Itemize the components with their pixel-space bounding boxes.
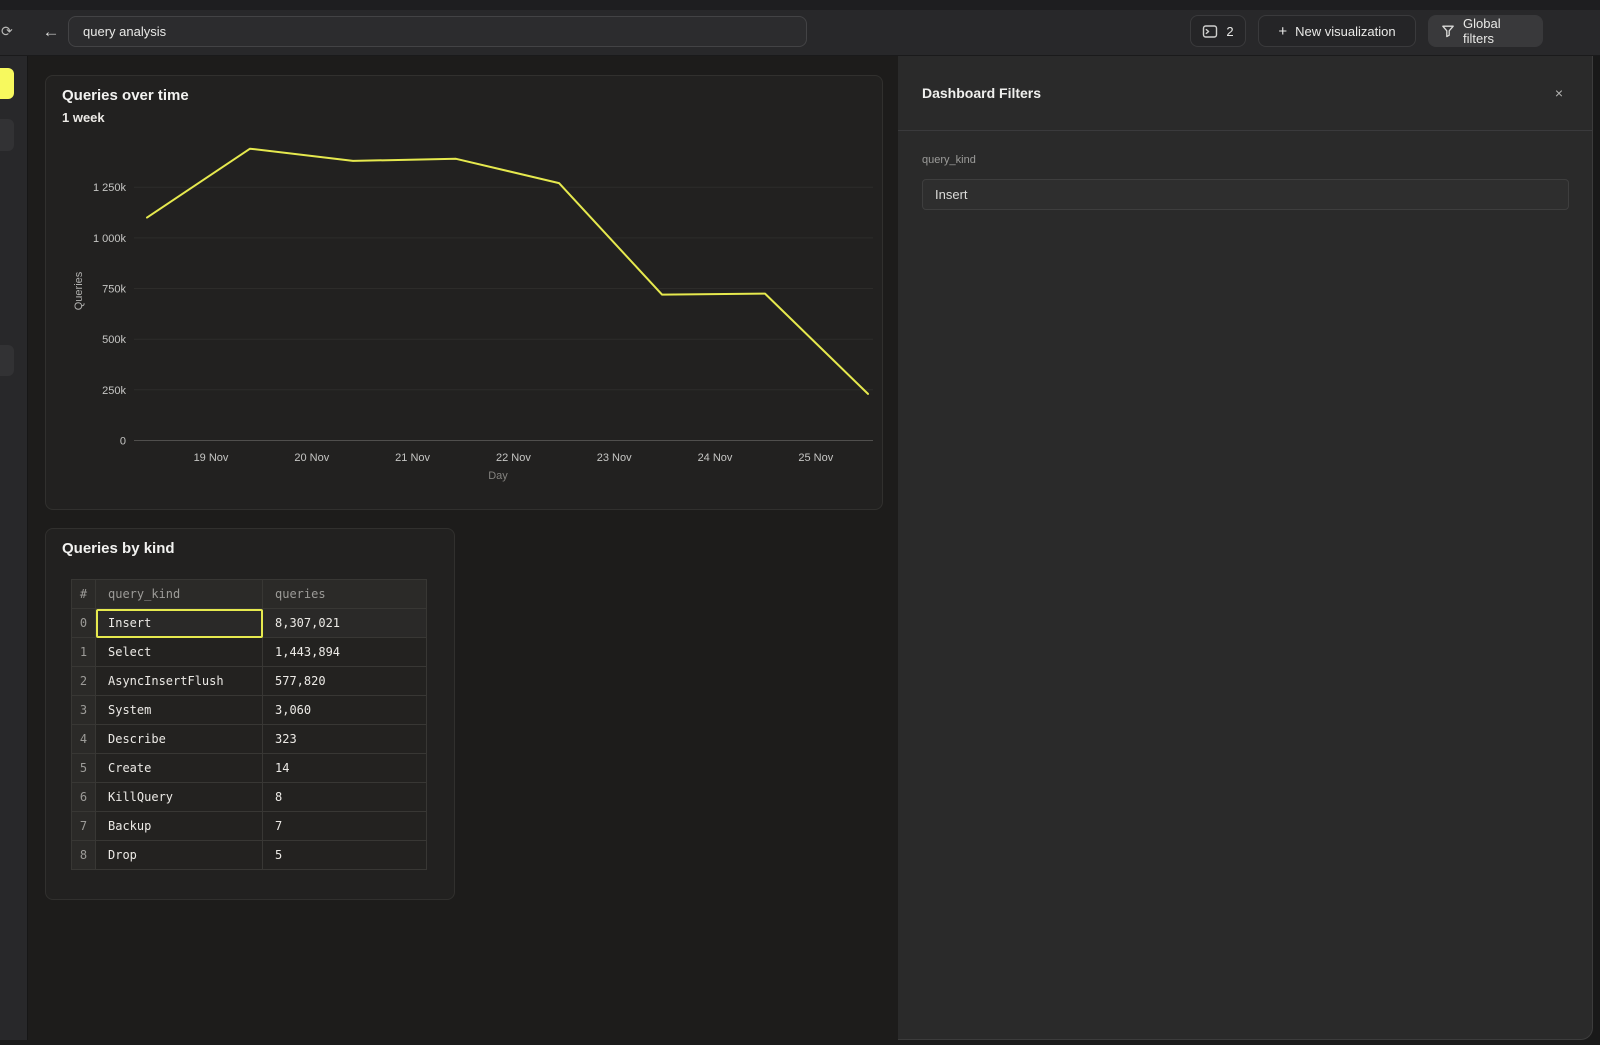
dashboard-filters-panel: Dashboard Filters × query_kind (898, 56, 1593, 1040)
table-title: Queries by kind (62, 540, 175, 557)
table-row: 7Backup7 (72, 812, 427, 841)
table-row: 5Create14 (72, 754, 427, 783)
chart-card: Queries over time 1 week 0250k500k750k1 … (45, 75, 883, 510)
bottom-strip (0, 1040, 1600, 1045)
panel-divider (898, 130, 1592, 131)
filters-panel-title: Dashboard Filters (922, 85, 1041, 101)
y-tick-label: 1 000k (93, 233, 127, 245)
row-index-cell: 3 (72, 696, 96, 725)
funnel-icon (1441, 24, 1455, 38)
query-kind-cell[interactable]: Backup (96, 812, 263, 841)
toolbar: ⟳ ← 2 + New visualization Global filters (0, 10, 1600, 56)
y-axis-title: Queries (73, 271, 85, 310)
terminal-icon (1202, 24, 1218, 39)
queries-cell[interactable]: 8,307,021 (263, 609, 427, 638)
new-visualization-label: New visualization (1295, 24, 1395, 39)
y-tick-label: 1 250k (93, 182, 127, 194)
sidebar-item[interactable] (0, 345, 14, 376)
header-queries: queries (263, 580, 427, 609)
query-kind-cell[interactable]: KillQuery (96, 783, 263, 812)
queries-cell[interactable]: 7 (263, 812, 427, 841)
table-row: 4Describe323 (72, 725, 427, 754)
table-row: 2AsyncInsertFlush577,820 (72, 667, 427, 696)
line-series (147, 149, 868, 394)
x-tick-label: 24 Nov (698, 452, 733, 464)
dashboard-title-input[interactable] (68, 16, 807, 47)
query-kind-cell[interactable]: Insert (96, 609, 263, 638)
table-row: 6KillQuery8 (72, 783, 427, 812)
row-index-cell: 7 (72, 812, 96, 841)
queries-cell[interactable]: 323 (263, 725, 427, 754)
sidebar-item-active[interactable] (0, 68, 14, 99)
queries-cell[interactable]: 1,443,894 (263, 638, 427, 667)
queries-cell[interactable]: 3,060 (263, 696, 427, 725)
sidebar (0, 56, 28, 1040)
new-visualization-button[interactable]: + New visualization (1258, 15, 1416, 47)
table-card: Queries by kind # query_kind queries 0In… (45, 528, 455, 900)
query-kind-cell[interactable]: System (96, 696, 263, 725)
table-row: 1Select1,443,894 (72, 638, 427, 667)
query-kind-filter-input[interactable] (922, 179, 1569, 210)
x-tick-label: 20 Nov (294, 452, 329, 464)
x-tick-label: 25 Nov (798, 452, 833, 464)
app-root: ⟳ ← 2 + New visualization Global filters (0, 0, 1600, 1045)
global-filters-button[interactable]: Global filters (1428, 15, 1543, 47)
y-tick-label: 500k (102, 334, 126, 346)
queries-cell[interactable]: 5 (263, 841, 427, 870)
filter-field-label: query_kind (922, 154, 976, 166)
sidebar-item[interactable] (0, 119, 14, 151)
y-tick-label: 250k (102, 385, 126, 397)
refresh-icon[interactable]: ⟳ (1, 23, 13, 40)
x-tick-label: 23 Nov (597, 452, 632, 464)
table-row: 8Drop5 (72, 841, 427, 870)
queries-cell[interactable]: 14 (263, 754, 427, 783)
query-kind-cell[interactable]: AsyncInsertFlush (96, 667, 263, 696)
window-titlebar (0, 0, 1600, 10)
row-index-cell: 2 (72, 667, 96, 696)
x-axis-title: Day (488, 470, 508, 482)
x-tick-label: 22 Nov (496, 452, 531, 464)
table-header-row: # query_kind queries (72, 580, 427, 609)
main-content: Queries over time 1 week 0250k500k750k1 … (28, 56, 898, 1040)
row-index-cell: 4 (72, 725, 96, 754)
table-row: 0Insert8,307,021 (72, 609, 427, 638)
row-index-cell: 8 (72, 841, 96, 870)
query-kind-cell[interactable]: Describe (96, 725, 263, 754)
row-index-cell: 5 (72, 754, 96, 783)
back-button[interactable]: ← (38, 19, 64, 45)
query-kind-cell[interactable]: Select (96, 638, 263, 667)
y-tick-label: 0 (120, 436, 126, 448)
queries-table-body: 0Insert8,307,0211Select1,443,8942AsyncIn… (72, 609, 427, 870)
query-kind-cell[interactable]: Drop (96, 841, 263, 870)
x-tick-label: 21 Nov (395, 452, 430, 464)
row-index-cell: 6 (72, 783, 96, 812)
query-kind-cell[interactable]: Create (96, 754, 263, 783)
close-icon[interactable]: × (1550, 84, 1568, 102)
header-index: # (72, 580, 96, 609)
header-query-kind: query_kind (96, 580, 263, 609)
table-row: 3System3,060 (72, 696, 427, 725)
queries-by-kind-table: # query_kind queries 0Insert8,307,0211Se… (71, 579, 427, 870)
tab-count-button[interactable]: 2 (1190, 15, 1246, 47)
tab-count-label: 2 (1226, 24, 1233, 39)
queries-cell[interactable]: 8 (263, 783, 427, 812)
y-tick-label: 750k (102, 284, 126, 296)
x-tick-label: 19 Nov (194, 452, 229, 464)
queries-over-time-chart: 0 250k 500k 750k 1 000k 1 250k 19 Nov 20 Nov 21 … (46, 76, 884, 511)
global-filters-label: Global filters (1463, 16, 1530, 46)
queries-cell[interactable]: 577,820 (263, 667, 427, 696)
plus-icon: + (1278, 24, 1287, 39)
row-index-cell: 1 (72, 638, 96, 667)
row-index-cell: 0 (72, 609, 96, 638)
